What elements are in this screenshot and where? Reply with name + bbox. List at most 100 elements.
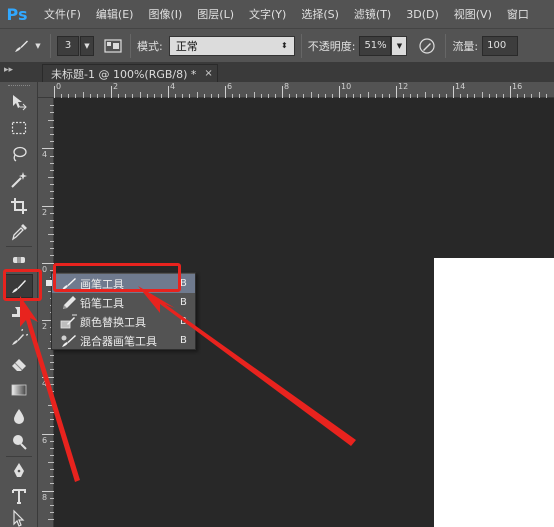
eraser-tool[interactable] [5,352,33,376]
lasso-tool[interactable] [5,142,33,166]
collapse-panel-icon[interactable]: ▸▸ [4,65,13,75]
pen-icon [14,463,24,477]
move-icon [13,95,27,111]
pressure-opacity-icon [419,37,436,54]
type-tool[interactable] [5,484,33,508]
mode-value: 正常 [175,39,198,53]
document-tab[interactable]: 未标题-1 @ 100%(RGB/8) * × [42,64,218,82]
blur-tool[interactable] [5,404,33,428]
menu-type[interactable]: 文字(Y) [249,6,286,22]
highlight-brush-tool-box [3,269,42,301]
menu-layer[interactable]: 图层(L) [197,6,234,22]
flyout-item-label: 颜色替换工具 [80,315,146,329]
flyout-item-label: 混合器画笔工具 [80,334,157,348]
ruler-label: 0 [42,265,48,274]
eyedropper-tool[interactable] [5,220,33,244]
horizontal-ruler: 0 2 4 6 8 10 12 14 16 18 [38,82,554,98]
menu-view[interactable]: 视图(V) [454,6,492,22]
flyout-item-shortcut: B [180,297,187,308]
bandage-icon [13,257,25,263]
history-brush-icon [12,329,28,345]
gradient-tool[interactable] [5,378,33,402]
flow-input[interactable]: 100 [482,35,519,56]
ruler-label: 12 [398,82,409,91]
ruler-label: 2 [42,208,48,217]
menu-select[interactable]: 选择(S) [301,6,339,22]
menu-3d[interactable]: 3D(D) [406,8,439,21]
marquee-icon [11,121,27,135]
flyout-item-mixer-brush[interactable]: 混合器画笔工具 B [52,331,195,350]
selected-bullet-icon [46,280,52,286]
eraser-icon [12,359,26,371]
clone-stamp-tool[interactable] [5,300,33,324]
updown-icon: ⬍ [281,41,288,50]
separator [300,33,302,58]
panel-grip[interactable] [8,85,30,87]
menu-edit[interactable]: 编辑(E) [96,6,134,22]
flyout-item-color-replacement[interactable]: 颜色替换工具 B [52,312,195,331]
opacity-label: 不透明度: [307,39,356,53]
opacity-dropdown-icon[interactable]: ▼ [391,35,408,56]
stamp-icon [12,307,26,317]
pen-tool[interactable] [5,458,33,482]
ruler-label: 4 [42,379,48,388]
flow-label: 流量: [452,39,479,53]
mixer-brush-icon [61,335,76,347]
crop-tool[interactable] [5,194,33,218]
brush-size-dropdown-icon[interactable]: ▼ [80,35,94,56]
ruler-label: 0 [56,82,62,91]
pressure-opacity-toggle[interactable] [415,34,439,58]
magic-wand-tool[interactable] [5,168,33,192]
eyedropper-icon [11,224,27,241]
opacity-input[interactable]: 51% [359,35,392,56]
dodge-icon [13,435,27,450]
menu-file[interactable]: 文件(F) [44,6,81,22]
photoshop-logo: Ps [6,4,28,24]
highlight-brush-item-box [53,263,181,292]
flyout-item-pencil[interactable]: 铅笔工具 B [52,293,195,312]
ruler-label: 6 [227,82,233,91]
brush-size-value: 3 [64,40,72,51]
close-icon[interactable]: × [204,68,212,79]
ruler-label: 4 [42,150,48,159]
drop-icon [14,409,24,424]
preset-dropdown-icon[interactable]: ▼ [32,34,44,58]
separator [6,246,32,247]
menu-window[interactable]: 窗口 [507,6,529,22]
brush-size-picker[interactable]: 3 [57,35,79,56]
document-tab-strip: ▸▸ 未标题-1 @ 100%(RGB/8) * × [0,62,554,82]
mode-select[interactable]: 正常 ⬍ [168,35,295,56]
ruler-label: 14 [455,82,466,91]
tool-preset-picker[interactable] [10,34,32,58]
path-selection-tool[interactable] [5,506,33,527]
menu-image[interactable]: 图像(I) [148,6,182,22]
mode-label: 模式: [137,39,163,53]
flow-value: 100 [487,40,507,51]
path-selection-icon [13,509,25,527]
flyout-item-shortcut: B [180,335,187,346]
separator [130,33,131,58]
flyout-item-shortcut: B [180,316,187,327]
move-tool[interactable] [5,90,33,114]
document-tab-title: 未标题-1 @ 100%(RGB/8) * [51,67,197,81]
crop-icon [11,198,27,214]
ruler-label: 4 [170,82,176,91]
magic-wand-icon [11,172,27,188]
history-brush-tool[interactable] [5,326,33,350]
separator [445,33,447,58]
ruler-label: 2 [113,82,119,91]
brush-panel-icon [104,38,122,53]
dodge-tool[interactable] [5,430,33,454]
type-icon [12,489,26,504]
document-canvas[interactable] [434,258,554,527]
ruler-label: 8 [42,493,48,502]
gradient-icon [11,384,27,396]
marquee-tool[interactable] [5,116,33,140]
brush-panel-toggle[interactable] [102,35,124,57]
menu-filter[interactable]: 滤镜(T) [354,6,391,22]
opacity-value: 51% [364,40,387,51]
ruler-label: 10 [341,82,352,91]
tools-panel [0,82,38,527]
separator [6,456,32,457]
flyout-item-shortcut: B [180,278,187,289]
